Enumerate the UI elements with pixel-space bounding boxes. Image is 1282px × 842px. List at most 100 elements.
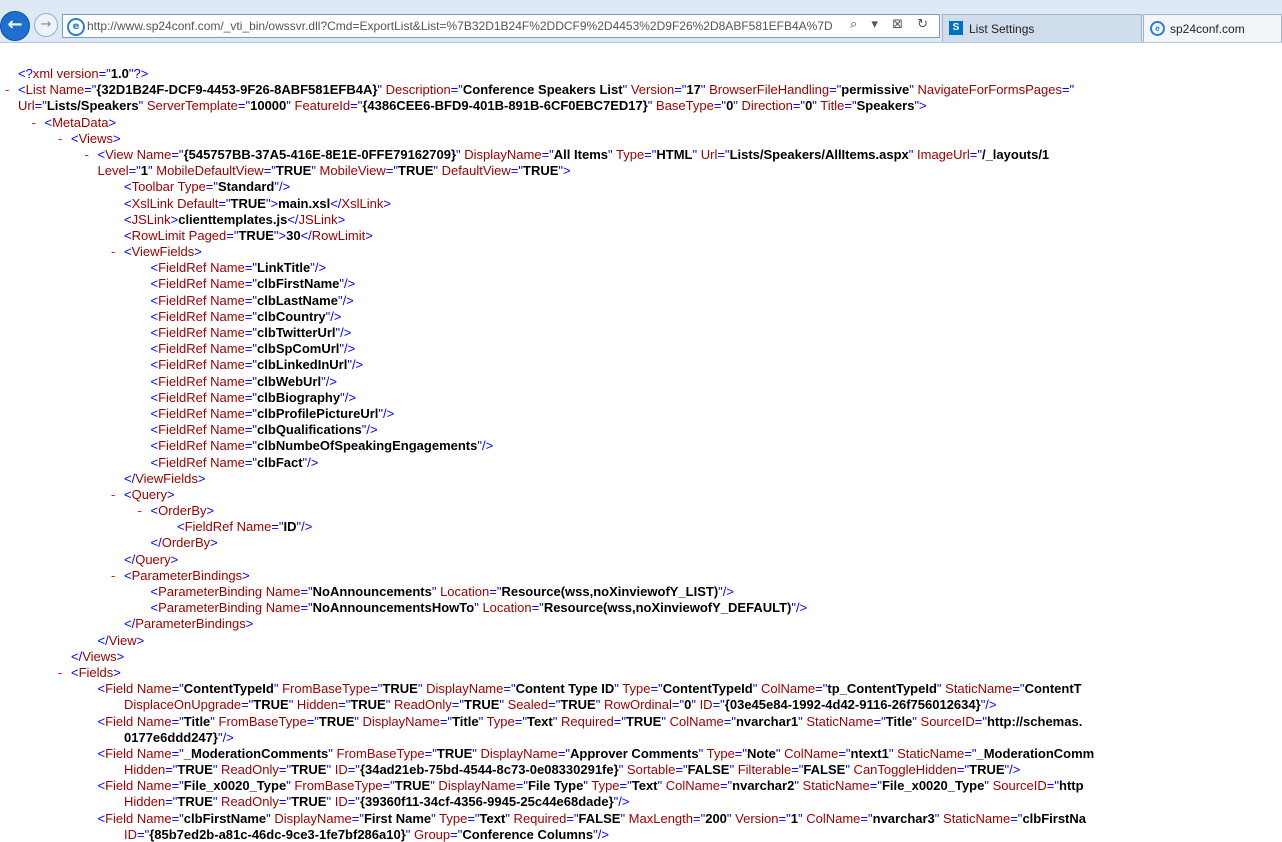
xml-token: clbLinkedInUrl [257, 357, 348, 373]
xml-token: < [150, 389, 159, 405]
xml-token: TRUE [238, 227, 274, 243]
xml-token: =" [503, 681, 516, 697]
xml-token: ImageUrl [913, 146, 970, 162]
xml-token: "/> [378, 405, 395, 421]
xml-line: </Views> [0, 649, 1282, 665]
xml-line: <Field Name="_ModerationComments" FromBa… [0, 746, 1282, 762]
browser-toolbar: ← → e http://www.sp24conf.com/_vti_bin/o… [0, 0, 1282, 43]
xml-token: =" [450, 826, 463, 842]
xml-token: http [1059, 778, 1084, 794]
xml-token: ServerTemplate [143, 98, 238, 114]
xml-token: tp_ContentTypeId [827, 681, 937, 697]
collapse-toggle[interactable]: - [5, 82, 18, 98]
collapse-toggle[interactable]: - [111, 244, 124, 260]
xml-token: Fields [78, 664, 114, 680]
collapse-toggle[interactable]: - [111, 487, 124, 503]
xml-token: =" [1046, 778, 1060, 794]
xml-token: < [150, 341, 159, 357]
xml-token: < [150, 438, 159, 454]
xml-line: - <View Name="{545757BB-37A5-416E-8E1E-0F… [0, 147, 1282, 163]
xml-token: =" [541, 146, 554, 162]
xml-token: =" [385, 163, 399, 179]
address-bar[interactable]: e http://www.sp24conf.com/_vti_bin/owssv… [62, 14, 940, 38]
xml-token: FieldRef [158, 373, 207, 389]
xml-token: =" [244, 292, 258, 308]
xml-token: =" [548, 697, 561, 713]
xml-token: =" [613, 713, 626, 729]
xml-token: "/> [321, 373, 337, 389]
xml-line: Url="Lists/Speakers" ServerTemplate="100… [0, 98, 1282, 114]
xml-token: =" [514, 713, 527, 729]
xml-token: > [206, 503, 215, 519]
xml-line: <?xml version="1.0"?> [0, 66, 1282, 82]
address-url[interactable]: http://www.sp24conf.com/_vti_bin/owssvr.… [87, 19, 833, 33]
xml-token: File Type [527, 778, 584, 794]
xml-token: > [170, 551, 179, 567]
xml-token: _ModerationComments [183, 745, 329, 761]
xml-token: < [124, 227, 132, 243]
back-button[interactable]: ← [0, 11, 30, 41]
tab-sp24conf[interactable]: e sp24conf.com [1143, 14, 1282, 42]
xml-token: =" [531, 600, 544, 616]
xml-token: =" [84, 82, 97, 98]
xml-token: Group [410, 826, 451, 842]
xml-token: > [383, 195, 391, 211]
xml-token: Url [18, 98, 35, 114]
xml-token: < [150, 454, 159, 470]
xml-token: "/> [980, 697, 997, 713]
xml-token: < [124, 211, 132, 227]
xml-token: ReadOnly [217, 762, 279, 778]
xml-token: "/> [791, 600, 808, 616]
address-tools[interactable]: ⌕ ▾ ⊠ ↻ [850, 17, 933, 32]
xml-token: Name [206, 325, 245, 340]
xml-token: =" [347, 794, 360, 810]
xml-token: =" [860, 810, 873, 826]
xml-token: =" [467, 810, 480, 826]
xml-line: - <MetaData> [0, 115, 1282, 131]
tab-list-settings[interactable]: S List Settings [942, 14, 1142, 42]
xml-token: Title [816, 98, 845, 114]
xml-token: {85b7ed2b-a81c-46dc-9ce3-1fe7bf286a10} [149, 826, 406, 842]
xml-token: <? [18, 66, 33, 81]
xml-token: ColName [757, 681, 816, 697]
xml-token: Resource(wss,noXinviewofY_LIST) [501, 584, 719, 599]
xml-line: <Field Name="Title" FromBaseType="TRUE" … [0, 714, 1282, 730]
xml-token: < [124, 244, 132, 260]
xml-document: <?xml version="1.0"?> - <List Name="{32D1B… [0, 66, 1282, 842]
collapse-toggle[interactable]: - [111, 568, 124, 584]
xml-token: FieldRef [158, 422, 207, 438]
xml-token: TRUE [253, 697, 289, 713]
xml-token: > [337, 211, 346, 227]
xml-token: FieldRef [158, 276, 207, 292]
ie-icon: e [67, 18, 85, 36]
xml-token: clbFirstName [257, 276, 340, 292]
xml-token: =" [263, 163, 276, 179]
xml-token: < [44, 114, 53, 130]
xml-token: < [124, 486, 132, 502]
collapse-toggle[interactable]: - [32, 115, 45, 131]
xml-token: Required [557, 713, 614, 729]
xml-token: Name [133, 778, 172, 794]
xml-token: View [105, 146, 134, 162]
xml-token: =" [619, 778, 632, 794]
xml-token: {03e45e84-1992-4d42-9116-26f756012634} [724, 697, 981, 713]
xml-token: Lists/Speakers [46, 98, 139, 114]
collapse-toggle[interactable]: - [85, 147, 98, 163]
xml-token: Conference Speakers List [462, 82, 623, 98]
xml-token: =" [244, 405, 258, 421]
xml-token: DefaultView [438, 163, 511, 179]
collapse-toggle[interactable]: - [58, 665, 71, 681]
xml-token: FieldRef [158, 260, 207, 276]
collapse-toggle[interactable]: - [138, 503, 151, 519]
xml-token: =" [815, 681, 828, 697]
xml-token: Name [133, 146, 172, 162]
xml-token: Default [173, 195, 219, 211]
forward-button[interactable]: → [34, 13, 58, 37]
xml-token: clbSpComUrl [257, 341, 340, 357]
xml-token: Version [627, 82, 675, 98]
collapse-toggle[interactable]: - [58, 131, 71, 147]
xml-token: </ [150, 535, 162, 551]
xml-token: =" [439, 713, 453, 729]
xml-token: =" [515, 778, 528, 794]
xml-token: ParameterBinding [158, 584, 263, 599]
